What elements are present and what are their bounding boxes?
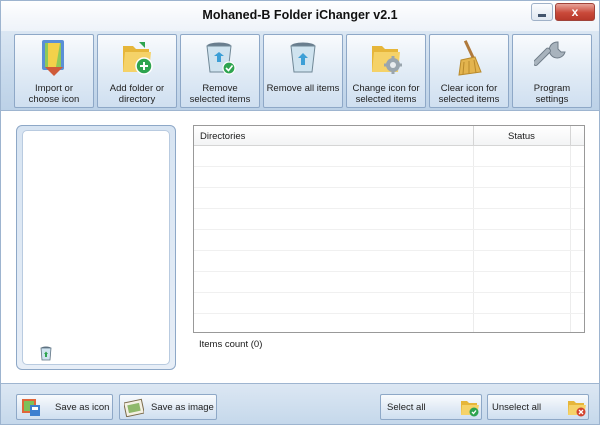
table-header: Directories Status (194, 126, 584, 146)
recycle-bin-icon[interactable] (39, 345, 53, 361)
select-all-label: Select all (387, 402, 426, 413)
table-row[interactable] (194, 146, 584, 167)
change-icon-label: Change icon for selected items (352, 83, 420, 105)
main-window: Mohaned-B Folder iChanger v2.1 x Import … (0, 0, 600, 425)
minimize-button[interactable] (531, 3, 553, 21)
minimize-icon (538, 13, 546, 17)
remove-all-button[interactable]: Remove all items (263, 34, 343, 108)
toolbar: Import or choose icon Add folder or dire… (1, 31, 599, 111)
wrench-icon (534, 41, 566, 67)
table-row[interactable] (194, 167, 584, 188)
add-folder-label: Add folder or directory (109, 83, 165, 105)
directories-table[interactable]: Directories Status (193, 125, 585, 333)
unselect-all-button[interactable]: Unselect all (487, 394, 589, 420)
close-icon: x (571, 5, 579, 19)
folder-check-icon (461, 401, 479, 417)
folder-add-icon (123, 42, 153, 75)
icon-preview-area[interactable] (22, 130, 170, 365)
save-as-icon-label: Save as icon (55, 402, 110, 413)
remove-selected-button[interactable]: Remove selected items (180, 34, 260, 108)
table-row[interactable] (194, 188, 584, 209)
table-row[interactable] (194, 293, 584, 314)
column-header-directories[interactable]: Directories (200, 131, 245, 142)
window-title: Mohaned-B Folder iChanger v2.1 (202, 8, 398, 22)
select-all-button[interactable]: Select all (380, 394, 482, 420)
save-as-icon-button[interactable]: Save as icon (16, 394, 113, 420)
table-row[interactable] (194, 251, 584, 272)
table-row[interactable] (194, 272, 584, 293)
bottom-bar: Save as icon Save as image Select all Un… (1, 383, 599, 424)
import-icon-button[interactable]: Import or choose icon (14, 34, 94, 108)
save-as-image-button[interactable]: Save as image (119, 394, 217, 420)
column-header-status[interactable]: Status (508, 131, 535, 142)
recycle-bin-check-icon (206, 42, 236, 75)
import-icon-label: Import or choose icon (28, 83, 80, 105)
title-bar: Mohaned-B Folder iChanger v2.1 x (1, 1, 599, 31)
change-icon-button[interactable]: Change icon for selected items (346, 34, 426, 108)
remove-selected-label: Remove selected items (189, 83, 251, 105)
close-button[interactable]: x (555, 3, 595, 21)
clear-icon-label: Clear icon for selected items (438, 83, 500, 105)
items-count: Items count (0) (199, 339, 263, 350)
pencil-palette-icon (42, 40, 64, 76)
save-as-image-label: Save as image (151, 402, 214, 413)
clear-icon-button[interactable]: Clear icon for selected items (429, 34, 509, 108)
add-folder-button[interactable]: Add folder or directory (97, 34, 177, 108)
remove-all-label: Remove all items (266, 83, 340, 94)
recycle-bin-icon (290, 42, 316, 73)
folder-gear-icon (372, 46, 402, 74)
program-settings-label: Program settings (533, 83, 571, 105)
unselect-all-label: Unselect all (492, 402, 542, 413)
program-settings-button[interactable]: Program settings (512, 34, 592, 108)
table-row[interactable] (194, 230, 584, 251)
column-divider (570, 126, 571, 146)
save-icon-icon (22, 399, 40, 416)
image-icon (124, 398, 144, 417)
table-row[interactable] (194, 209, 584, 230)
icon-preview-panel (16, 125, 176, 370)
folder-remove-icon (568, 401, 586, 417)
broom-icon (458, 40, 482, 76)
column-divider (473, 126, 474, 146)
table-row[interactable] (194, 314, 584, 332)
